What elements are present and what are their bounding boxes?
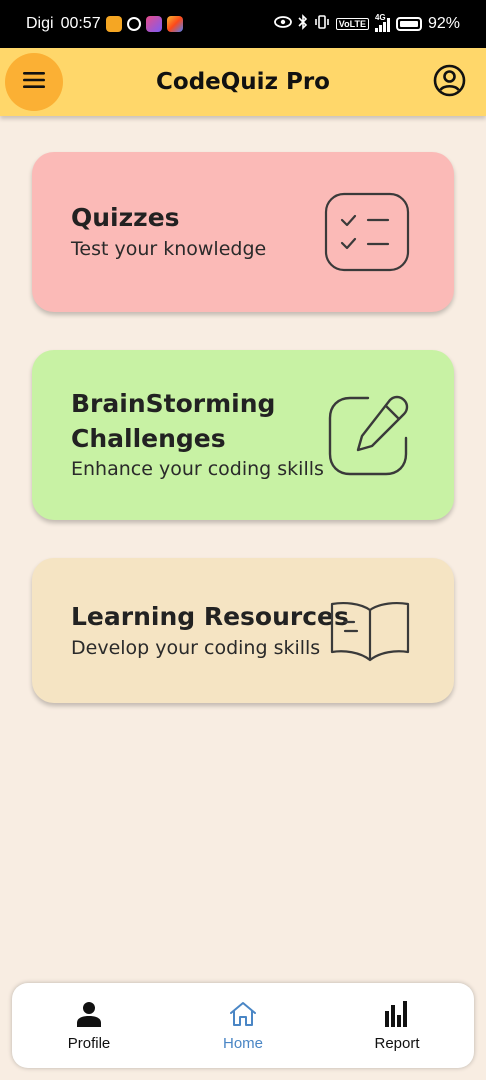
quizzes-card[interactable]: Quizzes Test your knowledge [32, 152, 454, 312]
person-icon [76, 1001, 102, 1031]
home-icon [229, 1001, 257, 1031]
edit-pencil-icon [328, 394, 412, 480]
learning-resources-card[interactable]: Learning Resources Develop your coding s… [32, 558, 454, 703]
brainstorming-card[interactable]: BrainStorming Challenges Enhance your co… [32, 350, 454, 520]
card-title-line2: Challenges [71, 424, 226, 453]
notification-app-icon [105, 16, 122, 32]
account-circle-icon [433, 64, 466, 101]
card-subtitle: Develop your coding skills [71, 637, 321, 659]
status-bar: Digi 00:57 VoLTE 4G 92% [0, 0, 486, 48]
app-title: CodeQuiz Pro [156, 69, 330, 95]
card-title-line1: BrainStorming [71, 389, 276, 418]
nav-item-profile[interactable]: Profile [12, 983, 166, 1068]
bar-chart-icon [384, 1001, 410, 1031]
card-title: Quizzes [71, 203, 180, 232]
nav-item-home[interactable]: Home [166, 983, 320, 1068]
battery-percent: 92% [427, 15, 460, 32]
network-type: 4G [374, 13, 386, 22]
volte-badge: VoLTE [335, 18, 369, 30]
profile-button[interactable] [432, 64, 466, 101]
eye-icon [273, 15, 292, 33]
nav-item-report[interactable]: Report [320, 983, 474, 1068]
notification-app-icon [145, 16, 162, 32]
battery-icon [395, 17, 422, 31]
status-bar-left: Digi 00:57 [26, 15, 183, 33]
card-title: BrainStorming Challenges [71, 386, 275, 456]
nav-label-report: Report [374, 1035, 420, 1052]
status-time: 00:57 [60, 15, 101, 32]
card-title: Learning Resources [71, 602, 349, 631]
nav-label-home: Home [222, 1035, 263, 1052]
hamburger-menu-icon [23, 71, 45, 93]
app-bar: CodeQuiz Pro [0, 48, 486, 116]
signal-icon: 4G [374, 13, 390, 32]
open-book-icon [330, 600, 410, 666]
card-subtitle: Enhance your coding skills [71, 458, 324, 480]
notification-app-icon [166, 16, 183, 32]
menu-button[interactable] [5, 53, 63, 111]
bottom-navigation: Profile Home Report [12, 983, 474, 1068]
bluetooth-icon [298, 13, 308, 35]
vibrate-icon [314, 14, 330, 35]
carrier-name: Digi [26, 15, 54, 32]
nav-label-profile: Profile [67, 1035, 111, 1052]
card-subtitle: Test your knowledge [71, 238, 267, 260]
status-bar-right: VoLTE 4G 92% [273, 13, 460, 35]
notification-sync-icon [126, 17, 141, 31]
checklist-icon [324, 192, 410, 276]
